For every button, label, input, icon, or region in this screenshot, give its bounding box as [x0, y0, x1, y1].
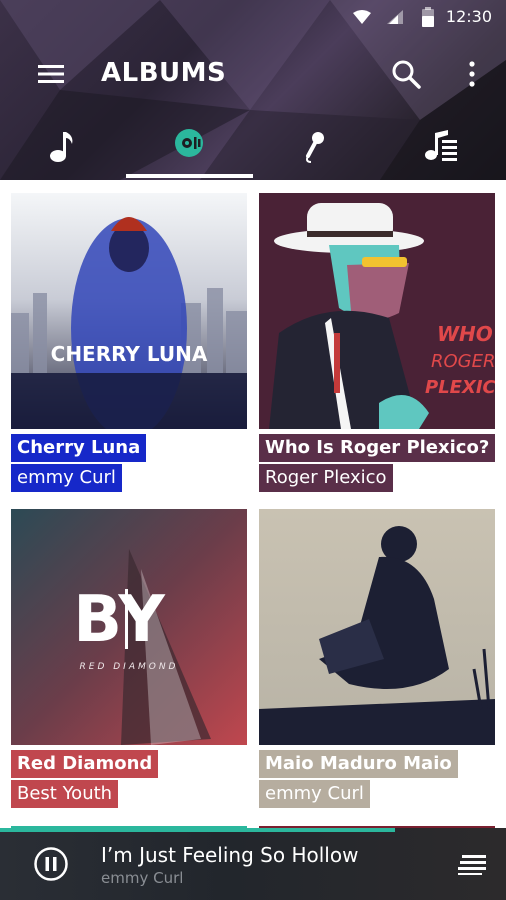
album-cover[interactable] — [259, 509, 495, 745]
album-title: Who Is Roger Plexico? — [259, 434, 496, 462]
search-icon[interactable] — [391, 59, 421, 89]
cover-text: BY — [73, 583, 165, 657]
album-artist: emmy Curl — [11, 464, 122, 492]
pause-icon[interactable] — [34, 847, 68, 881]
music-note-icon — [50, 132, 73, 162]
cellular-signal-icon — [387, 10, 403, 24]
tab-bar — [0, 120, 506, 180]
status-time: 12:30 — [445, 7, 492, 26]
album-artist: Best Youth — [11, 780, 119, 808]
cover-subtext: RED DIAMOND — [80, 662, 179, 672]
album-cover[interactable]: BY RED DIAMOND — [11, 509, 247, 745]
battery-icon — [422, 7, 434, 27]
page-title: ALBUMS — [101, 58, 227, 88]
now-playing-artist: emmy Curl — [101, 869, 184, 887]
album-title: Cherry Luna — [11, 434, 147, 462]
album-title: Red Diamond — [11, 750, 159, 778]
now-playing-title: I’m Just Feeling So Hollow — [101, 843, 359, 867]
tab-songs[interactable] — [0, 120, 126, 180]
selected-tab-indicator — [126, 174, 253, 178]
more-options-icon[interactable] — [467, 60, 477, 88]
microphone-icon — [306, 132, 324, 163]
album-artist: Roger Plexico — [259, 464, 393, 492]
svg-text:WHO IS: WHO IS — [437, 322, 495, 346]
svg-text:PLEXICO: PLEXICO — [425, 377, 495, 398]
playback-progress[interactable] — [0, 828, 395, 832]
status-bar: 12:30 — [0, 0, 506, 34]
tab-albums[interactable] — [126, 120, 252, 180]
playlist-icon — [425, 130, 457, 161]
wifi-icon — [353, 10, 371, 24]
svg-text:ROGER: ROGER — [431, 351, 495, 372]
toolbar: ALBUMS — [0, 38, 506, 110]
album-artist: emmy Curl — [259, 780, 370, 808]
album-disc-icon — [175, 129, 203, 157]
app-header: 12:30 ALBUMS — [0, 0, 506, 180]
tab-artists[interactable] — [252, 120, 378, 180]
tab-playlists[interactable] — [378, 120, 504, 180]
album-cover[interactable]: WHO IS ROGER PLEXICO — [259, 193, 495, 429]
menu-icon[interactable] — [38, 64, 64, 84]
album-cover[interactable]: CHERRY LUNA — [11, 193, 247, 429]
queue-icon[interactable] — [458, 855, 486, 875]
cover-text: CHERRY LUNA — [51, 342, 208, 366]
album-title: Maio Maduro Maio — [259, 750, 458, 778]
